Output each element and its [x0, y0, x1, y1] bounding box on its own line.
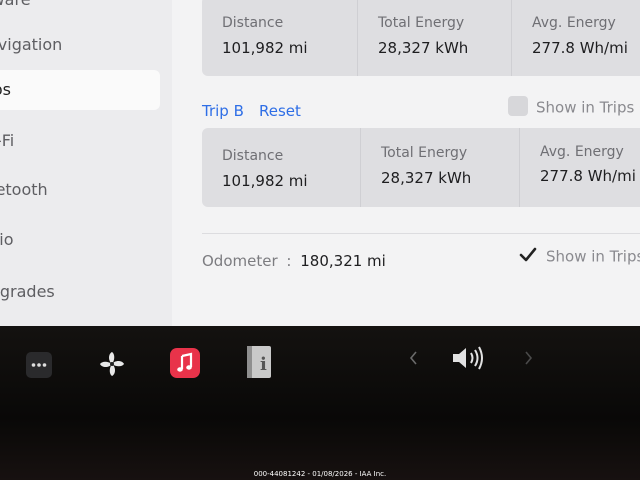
trip-b-reset-button[interactable]: Reset [259, 102, 301, 120]
bottom-dock: i [0, 326, 640, 480]
show-in-trips-label: Show in Trips [546, 247, 640, 266]
sidebar-item-label: Software [0, 0, 31, 9]
sidebar-item-label: Trips [0, 80, 11, 99]
distance-label: Distance [222, 15, 284, 31]
odometer-separator: : [286, 252, 292, 270]
settings-sidebar: Software Navigation Trips Wi-Fi Bluetoot… [0, 0, 172, 326]
svg-text:i: i [260, 354, 267, 375]
energy-label: Total Energy [378, 15, 465, 31]
sidebar-item-navigation[interactable]: Navigation [0, 25, 160, 65]
show-in-trips-label: Show in Trips C [536, 98, 640, 117]
sidebar-item-audio[interactable]: Audio [0, 220, 160, 260]
trip-b-show-in-trips[interactable]: Show in Trips C [508, 96, 640, 118]
trips-panel: Distance 101,982 mi Total Energy 28,327 … [172, 0, 640, 326]
distance-value: 101,982 mi [222, 39, 308, 57]
sidebar-item-wifi[interactable]: Wi-Fi [0, 121, 160, 161]
trip-b-title: Trip B [202, 102, 244, 120]
sidebar-item-label: Bluetooth [0, 180, 48, 199]
section-divider [202, 233, 640, 234]
sidebar-item-bluetooth[interactable]: Bluetooth [0, 170, 160, 210]
trip-a-energy: Total Energy 28,327 kWh [358, 0, 511, 76]
sidebar-item-software[interactable]: Software [0, 0, 160, 20]
distance-value: 101,982 mi [222, 172, 308, 190]
sidebar-item-label: Wi-Fi [0, 131, 15, 150]
odometer-value: 180,321 mi [300, 252, 386, 270]
distance-label: Distance [222, 148, 284, 164]
show-in-trips-checkbox[interactable] [508, 96, 528, 116]
odometer-row: Odometer : 180,321 mi [202, 252, 386, 270]
trip-b-avg-energy: Avg. Energy 277.8 Wh/mi [520, 128, 640, 207]
touchscreen: Software Navigation Trips Wi-Fi Bluetoot… [0, 0, 640, 326]
volume-icon[interactable] [450, 342, 488, 374]
trip-b-energy: Total Energy 28,327 kWh [361, 128, 519, 207]
sidebar-item-label: Navigation [0, 35, 63, 54]
sidebar-item-label: Upgrades [0, 282, 55, 301]
trip-a-distance: Distance 101,982 mi [202, 0, 357, 76]
trip-a-card: Distance 101,982 mi Total Energy 28,327 … [202, 0, 640, 76]
odometer-label: Odometer [202, 252, 278, 270]
fan-icon[interactable] [96, 348, 128, 380]
manual-icon[interactable]: i [244, 344, 274, 380]
trip-b-card: Distance 101,982 mi Total Energy 28,327 … [202, 128, 640, 207]
avg-energy-label: Avg. Energy [540, 144, 624, 160]
sidebar-item-trips[interactable]: Trips [0, 70, 160, 110]
chevron-right-icon[interactable] [522, 348, 536, 368]
sidebar-item-label: Audio [0, 230, 14, 249]
avg-energy-label: Avg. Energy [532, 15, 616, 31]
sidebar-item-upgrades[interactable]: Upgrades [0, 272, 160, 312]
chevron-left-icon[interactable] [406, 348, 420, 368]
odometer-show-in-trips[interactable]: Show in Trips [518, 247, 640, 267]
avg-energy-value: 277.8 Wh/mi [540, 167, 636, 185]
avg-energy-value: 277.8 Wh/mi [532, 39, 628, 57]
trip-b-distance: Distance 101,982 mi [202, 128, 360, 207]
show-in-trips-checkbox[interactable] [518, 245, 538, 265]
energy-value: 28,327 kWh [378, 39, 469, 57]
more-icon[interactable] [26, 352, 52, 378]
image-caption: 000-44081242 - 01/08/2026 - IAA Inc. [253, 470, 387, 478]
trip-a-avg-energy: Avg. Energy 277.8 Wh/mi [512, 0, 640, 76]
energy-label: Total Energy [381, 145, 468, 161]
music-icon[interactable] [170, 348, 200, 378]
checkmark-icon [519, 247, 537, 262]
energy-value: 28,327 kWh [381, 169, 472, 187]
